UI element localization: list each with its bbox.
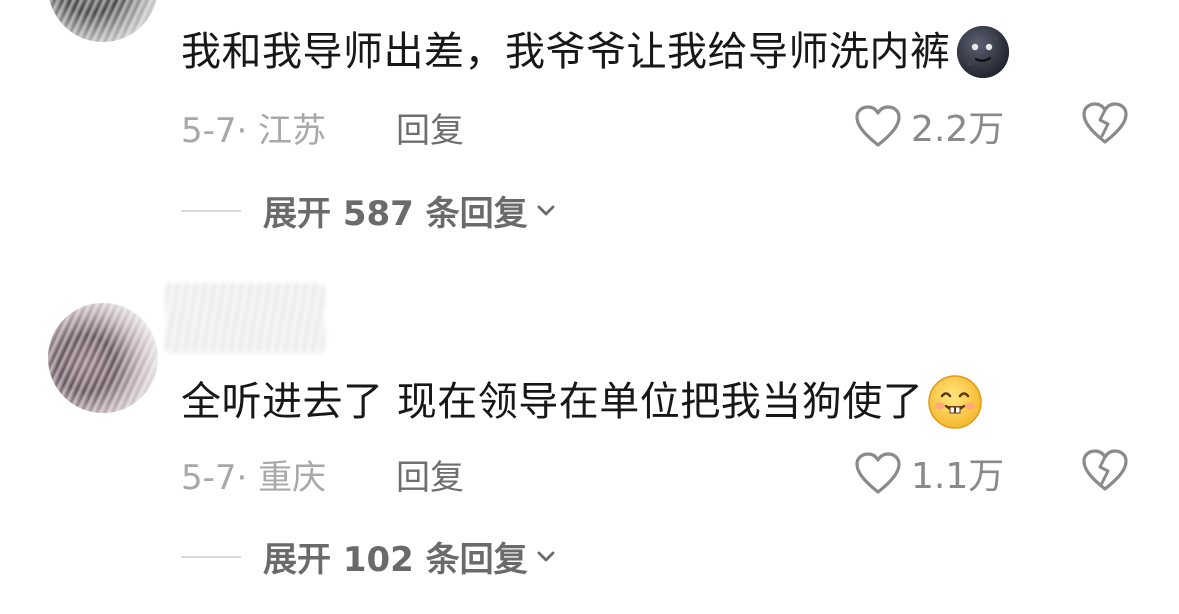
reply-button[interactable]: 回复 xyxy=(396,103,464,152)
expand-replies-button[interactable]: 展开 587 条回复 xyxy=(181,186,556,235)
expand-replies-label: 展开 102 条回复 xyxy=(263,540,528,580)
divider-line xyxy=(181,209,241,212)
dark-moon-face-emoji-icon xyxy=(955,24,1011,80)
user-avatar[interactable] xyxy=(48,303,158,413)
comment-text: 全听进去了 现在领导在单位把我当狗使了 xyxy=(181,379,924,425)
like-button[interactable]: 2.2万 xyxy=(853,100,1004,152)
like-count: 2.2万 xyxy=(911,109,1005,150)
divider-line xyxy=(181,555,241,558)
broken-heart-icon xyxy=(1082,102,1128,144)
like-button[interactable]: 1.1万 xyxy=(853,447,1004,499)
username-redacted xyxy=(165,283,325,353)
chevron-down-icon xyxy=(537,205,555,215)
buck-teeth-smile-emoji-icon xyxy=(927,374,983,430)
expand-replies-button[interactable]: 展开 102 条回复 xyxy=(181,532,556,581)
comment-content: 我和我导师出差，我爷爷让我给导师洗内裤 xyxy=(181,24,1011,80)
like-count: 1.1万 xyxy=(911,456,1005,497)
expand-replies-label: 展开 587 条回复 xyxy=(263,194,528,234)
comment-meta: 5-7· 重庆 xyxy=(181,458,327,498)
dislike-button[interactable] xyxy=(1080,100,1130,150)
reply-button[interactable]: 回复 xyxy=(396,450,464,499)
user-avatar[interactable] xyxy=(48,0,158,42)
comment-text: 我和我导师出差，我爷爷让我给导师洗内裤 xyxy=(181,29,951,75)
heart-icon xyxy=(855,105,901,147)
comment-meta: 5-7· 江苏 xyxy=(181,111,327,151)
chevron-down-icon xyxy=(537,551,555,561)
dislike-button[interactable] xyxy=(1080,447,1130,497)
broken-heart-icon xyxy=(1082,449,1128,491)
comment-content: 全听进去了 现在领导在单位把我当狗使了 xyxy=(181,374,983,430)
heart-icon xyxy=(855,452,901,494)
